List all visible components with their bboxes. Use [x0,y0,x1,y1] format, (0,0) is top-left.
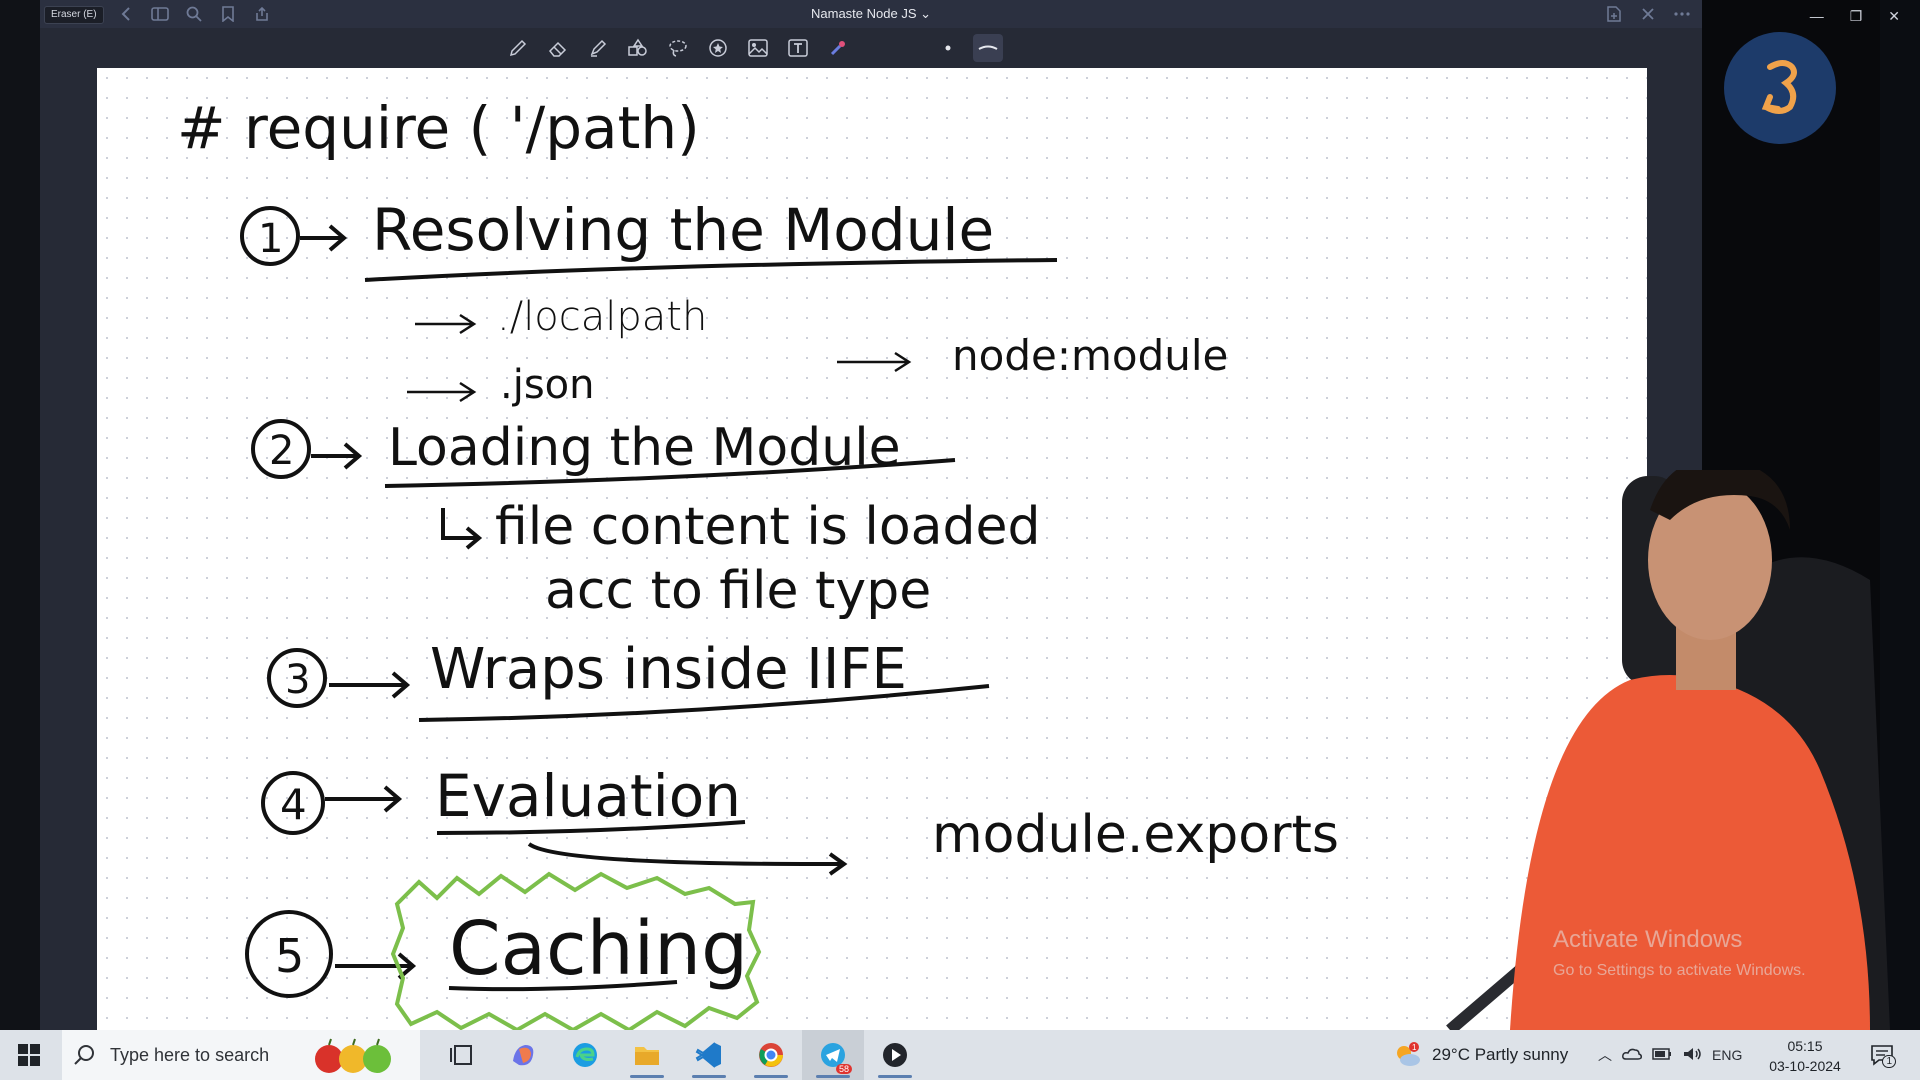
step-2-number: 2 [269,428,294,474]
notification-center-icon[interactable]: 1 [1868,1040,1896,1070]
step-5-number: 5 [275,929,304,983]
step-1-arrow [300,224,348,252]
step-2-arrow [311,442,363,470]
image-icon[interactable] [743,34,773,62]
file-type-note: acc to file type [545,561,931,621]
window-controls: — ❐ ✕ [1810,8,1900,25]
task-view-icon[interactable] [430,1030,492,1080]
sticker-icon[interactable] [703,34,733,62]
restore-icon[interactable]: ❐ [1850,8,1863,25]
copilot-icon[interactable] [492,1030,554,1080]
step-3-number: 3 [285,657,310,703]
telegram-badge: 58 [835,1064,852,1074]
channel-logo-glyph [1761,60,1797,114]
module-exports-note: module.exports [932,805,1339,865]
weather-widget[interactable]: 1 29°C Partly sunny [1392,1030,1568,1080]
search-placeholder: Type here to search [110,1044,270,1065]
close-document-icon[interactable] [1638,4,1658,24]
node-module-arrow [837,351,912,373]
search-icon [74,1045,94,1065]
step-1-label: Resolving the Module [372,196,994,264]
taskbar-search-box[interactable]: Type here to search [62,1030,420,1080]
shapes-icon[interactable] [623,34,653,62]
json-arrow [407,381,477,403]
volume-icon[interactable] [1682,1046,1702,1065]
drawing-toolbar [40,28,1702,68]
close-icon[interactable]: ✕ [1888,8,1900,25]
clock-time: 05:15 [1787,1038,1823,1054]
highlighter-icon[interactable] [583,34,613,62]
new-page-icon[interactable] [1604,4,1624,24]
onedrive-cloud-icon[interactable] [1622,1047,1642,1064]
stroke-style-icon[interactable] [973,34,1003,62]
system-tray: ︿ ENG [1598,1030,1742,1080]
step-3-label: Wraps inside IIFE [430,637,907,702]
localpath-arrow [415,313,477,335]
telegram-icon[interactable]: 58 [802,1030,864,1080]
step-4-arrow [325,785,403,813]
fruit-widget-icon [315,1038,392,1073]
step-5-label: Caching [449,906,748,992]
step-3-arrow [329,671,411,699]
clock-date: 03-10-2024 [1769,1058,1841,1074]
heading-text: # require ( '/path) [177,94,700,162]
module-exports-arrow [527,842,848,876]
laser-pointer-icon[interactable] [823,34,853,62]
watermark-subtitle: Go to Settings to activate Windows. [1553,962,1806,979]
show-hidden-icons-icon[interactable]: ︿ [1598,1045,1612,1065]
svg-text:1: 1 [1412,1043,1417,1052]
step-4-number: 4 [280,780,307,829]
file-explorer-icon[interactable] [616,1030,678,1080]
pen-size-dot-icon[interactable] [933,34,963,62]
activate-windows-watermark: Activate Windows Go to Settings to activ… [1553,926,1806,980]
step-4-label: Evaluation [435,762,741,830]
notification-count: 1 [1882,1055,1896,1068]
minimize-icon[interactable]: — [1810,8,1824,25]
channel-logo [1724,32,1836,144]
partly-sunny-icon: 1 [1397,1042,1420,1066]
language-indicator[interactable]: ENG [1712,1047,1742,1063]
weather-text: 29°C Partly sunny [1432,1045,1569,1064]
file-content-arrow [441,508,483,550]
vscode-icon[interactable] [678,1030,740,1080]
node-module-note: node:module [952,331,1228,380]
lasso-icon[interactable] [663,34,693,62]
eraser-icon[interactable] [543,34,573,62]
file-content-note: file content is loaded [495,497,1041,557]
step-1-number: 1 [258,216,283,262]
localpath-note: ./localpath [497,294,707,340]
text-tool-icon[interactable] [783,34,813,62]
chrome-icon[interactable] [740,1030,802,1080]
document-title[interactable]: Namaste Node JS ⌄ [40,6,1702,22]
windows-start-icon[interactable] [0,1030,58,1080]
media-player-icon[interactable] [864,1030,926,1080]
taskbar: Type here to search 58 1 29°C Partly sun… [0,1030,1920,1080]
json-note: .json [500,362,595,408]
left-frame [0,0,40,1030]
clock[interactable]: 05:15 03-10-2024 [1760,1036,1850,1076]
pen-icon[interactable] [503,34,533,62]
edge-browser-icon[interactable] [554,1030,616,1080]
watermark-title: Activate Windows [1553,926,1743,953]
battery-icon[interactable] [1652,1047,1672,1063]
title-bar: Eraser (E) Namaste Node JS ⌄ [40,0,1702,28]
more-options-icon[interactable] [1672,4,1692,24]
